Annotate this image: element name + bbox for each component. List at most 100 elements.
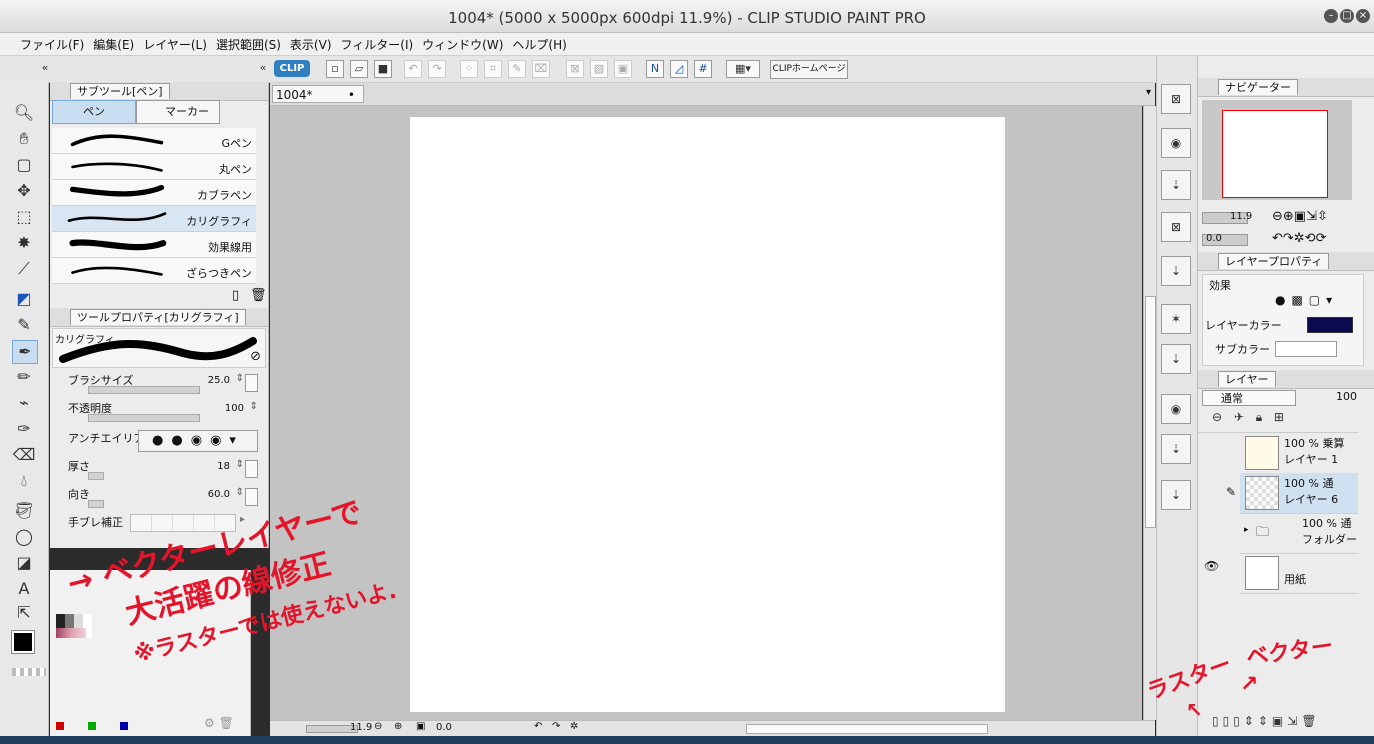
selection-clear-icon[interactable]: ⊠ [566,60,584,78]
material-button-8[interactable]: ◉ [1161,394,1191,424]
navigator-preview[interactable] [1202,100,1352,200]
perspective-icon[interactable]: ◿ [670,60,688,78]
horizontal-scroll-thumb[interactable] [746,724,988,734]
tool-property-tab[interactable]: ツールプロパティ[カリグラフィ] [70,309,246,325]
material-button-5[interactable]: ⇣ [1161,256,1191,286]
layer-property-tab[interactable]: レイヤープロパティ [1218,253,1330,269]
navigator-rotate-icons[interactable]: ↶↷✲⟲⟳ [1272,231,1326,246]
vertical-scroll-thumb[interactable] [1145,296,1156,528]
airbrush-icon[interactable]: ⌁ [12,392,36,414]
pen-tool-selected-icon[interactable]: ✒ [12,340,38,364]
brush-size-slider[interactable] [88,386,200,394]
color-swatches-2[interactable] [56,628,86,638]
color-panel-tools-icon[interactable]: ⚙ 🗑︎ [204,716,234,730]
layer-row[interactable]: ▸ 🗀︎ 100 % 通フォルダー [1240,513,1358,554]
material-button-2[interactable]: ◉ [1161,128,1191,158]
antialias-row[interactable]: アンチエイリアス ●●◉◉▾ [68,430,258,454]
brush-size-row[interactable]: ブラシサイズ 25.0 ⇕ [68,372,258,396]
auto-select-icon[interactable]: ✸ [12,232,36,254]
subtool-item[interactable]: ざらつきペン [52,258,256,284]
zoom-tool-icon[interactable]: 🔍︎ [12,102,36,124]
material-button-6[interactable]: ✶ [1161,304,1191,334]
fit-icon[interactable]: ▣ [416,721,425,732]
rotate-left-icon[interactable]: ↶ [534,721,542,732]
new-file-icon[interactable]: ▫ [326,60,344,78]
green-swatch[interactable] [88,722,96,730]
deselect-icon[interactable]: ⌧ [532,60,550,78]
zoom-in-icon[interactable]: ⊕ [394,721,402,732]
folder-expand-icon[interactable]: ▸ [1244,525,1249,535]
blue-swatch[interactable] [120,722,128,730]
eyedropper-icon[interactable]: ⟋ [12,258,36,280]
home-page-button[interactable]: CLIPホームページ [770,60,848,79]
menu-item-5[interactable]: フィルター(I) [341,33,423,53]
reset-rotation-icon[interactable]: ✲ [570,721,578,732]
subtool-item[interactable]: 効果線用 [52,232,256,258]
opacity-row[interactable]: 不透明度 100 ⇕ [68,400,258,424]
pen-tool-icon[interactable]: ✎ [12,314,36,336]
selection-tool-icon[interactable]: ⬚ [12,206,36,228]
document-tab[interactable]: 1004* • [272,85,364,103]
menu-item-7[interactable]: ヘルプ(H) [512,33,575,53]
navigator-viewport[interactable] [1222,110,1328,198]
antialias-selector[interactable]: ●●◉◉▾ [138,430,258,452]
text-tool-icon[interactable]: A [12,578,36,600]
new-subtool-icon[interactable]: ▯ [232,288,239,303]
collapse-left-icon-2[interactable]: « [254,60,272,78]
menu-item-1[interactable]: 編集(E) [93,33,143,53]
pencil-tool-icon[interactable]: ✏ [12,366,36,388]
marker-group-tab[interactable]: マーカー [136,100,220,124]
menu-item-2[interactable]: レイヤー(L) [143,33,216,53]
delete-subtool-icon[interactable]: 🗑︎ [250,288,267,303]
shape-icon[interactable]: ◯ [12,526,36,548]
layer-tab[interactable]: レイヤー [1218,371,1276,387]
ruler-icon[interactable]: N [646,60,664,78]
edit-target-pen-icon[interactable]: ✎ [1226,485,1236,499]
layer-row[interactable]: 用紙 [1240,553,1358,594]
sub-color-swatch-right[interactable] [1275,341,1337,357]
maximize-icon[interactable]: □ [1340,9,1354,23]
material-button-10[interactable]: ⇣ [1161,480,1191,510]
layer-color-swatch[interactable] [1307,317,1353,333]
eraser-icon[interactable]: ⌫ [12,444,36,466]
direction-row[interactable]: 向き 60.0 ⇕ [68,486,258,510]
gradient-icon[interactable]: ◪ [12,552,36,574]
clip-logo-button[interactable]: CLIP [274,60,310,77]
brush-size-spinner-icon[interactable]: ⇕ [236,373,244,384]
subtool-tab[interactable]: サブツール[ペン] [70,83,170,99]
opacity-slider[interactable] [88,414,200,422]
canvas-paper[interactable] [410,117,1005,712]
clear-icon[interactable]: ⁘ [460,60,478,78]
brush-size-pressure-button[interactable] [245,374,258,392]
object-tool-icon[interactable]: ▢ [12,154,36,176]
material-button-1[interactable]: ⊠ [1161,84,1191,114]
transform-icon[interactable]: ⌗ [484,60,502,78]
transparent-swatch[interactable] [12,668,46,676]
thickness-slider[interactable] [88,472,104,480]
layer-lock-icons[interactable]: ⊖ ✈ 🔒︎ ⊞ [1212,410,1288,425]
grid-icon[interactable]: # [694,60,712,78]
subtool-item[interactable]: カリグラフィ [52,206,256,232]
minimize-icon[interactable]: – [1324,9,1338,23]
decoration-icon[interactable]: ✑ [12,418,36,440]
effect-buttons[interactable]: ●▩▢▾ [1275,293,1338,307]
zoom-out-icon[interactable]: ⊖ [374,721,382,732]
crop-icon[interactable]: ▣ [614,60,632,78]
undo-icon[interactable]: ↶ [404,60,422,78]
fill-selection-icon[interactable]: ▨ [590,60,608,78]
blend-mode-select[interactable]: 通常 [1202,390,1296,406]
layer-row[interactable]: 100 % 乗算 レイヤー 1 [1240,433,1358,474]
open-file-icon[interactable]: ▱ [350,60,368,78]
operation-icon[interactable]: ⇱ [12,602,36,624]
red-swatch[interactable] [56,722,64,730]
layer-row[interactable]: 100 % 通レイヤー 6 [1240,473,1358,514]
pen-group-tab[interactable]: ペン [52,100,136,124]
subtool-item[interactable]: Gペン [52,128,256,154]
color-pen-icon[interactable]: ◩ [12,288,36,310]
material-button-9[interactable]: ⇣ [1161,434,1191,464]
menu-item-3[interactable]: 選択範囲(S) [216,33,290,53]
direction-spinner-icon[interactable]: ⇕ [236,487,244,498]
subtool-item[interactable]: 丸ペン [52,154,256,180]
collapse-left-icon[interactable]: « [36,60,54,78]
document-tab-dot-icon[interactable]: • [348,86,355,104]
